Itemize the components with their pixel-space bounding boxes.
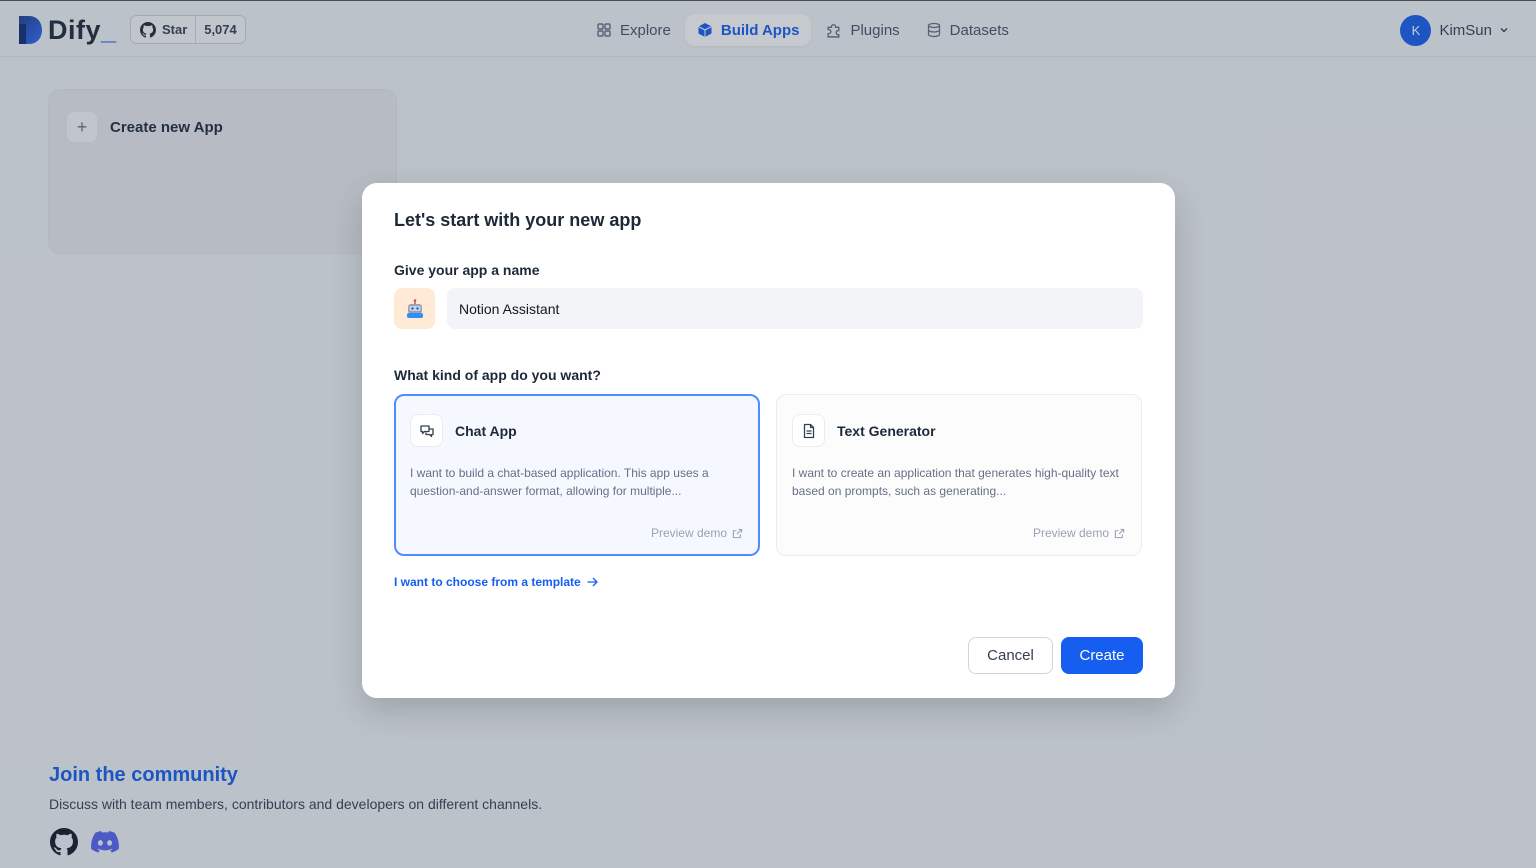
chat-app-option[interactable]: Chat App I want to build a chat-based ap… [394, 394, 760, 556]
external-link-icon [732, 528, 743, 538]
create-button[interactable]: Create [1061, 637, 1143, 674]
app-kind-label: What kind of app do you want? [394, 367, 601, 383]
text-generator-option[interactable]: Text Generator I want to create an appli… [776, 394, 1142, 556]
page: Dify_ Star 5,074 Explore Build Apps Plug… [0, 0, 1536, 868]
dialog-title: Let's start with your new app [394, 210, 642, 230]
text-generator-preview-demo-link[interactable]: Preview demo [1033, 526, 1125, 540]
text-generator-title: Text Generator [837, 423, 936, 439]
preview-demo-label: Preview demo [650, 526, 727, 540]
choose-template-label: I want to choose from a template [394, 575, 581, 589]
app-name-input[interactable] [447, 288, 1143, 329]
document-icon [792, 414, 825, 447]
chat-app-description: I want to build a chat-based application… [410, 466, 709, 498]
chat-bubbles-icon [410, 414, 443, 447]
text-generator-description: I want to create an application that gen… [792, 466, 1119, 498]
external-link-icon [1114, 528, 1125, 538]
new-app-dialog: Let's start with your new app Give your … [362, 183, 1175, 698]
cancel-button[interactable]: Cancel [968, 637, 1053, 674]
choose-template-link[interactable]: I want to choose from a template [394, 575, 599, 589]
chat-app-preview-demo-link[interactable]: Preview demo [651, 526, 743, 540]
preview-demo-label: Preview demo [1032, 526, 1109, 540]
app-name-label: Give your app a name [394, 262, 540, 278]
arrow-right-icon [587, 577, 598, 587]
app-icon-picker[interactable] [394, 288, 435, 329]
robot-emoji-icon [406, 298, 423, 318]
chat-app-title: Chat App [455, 423, 517, 439]
